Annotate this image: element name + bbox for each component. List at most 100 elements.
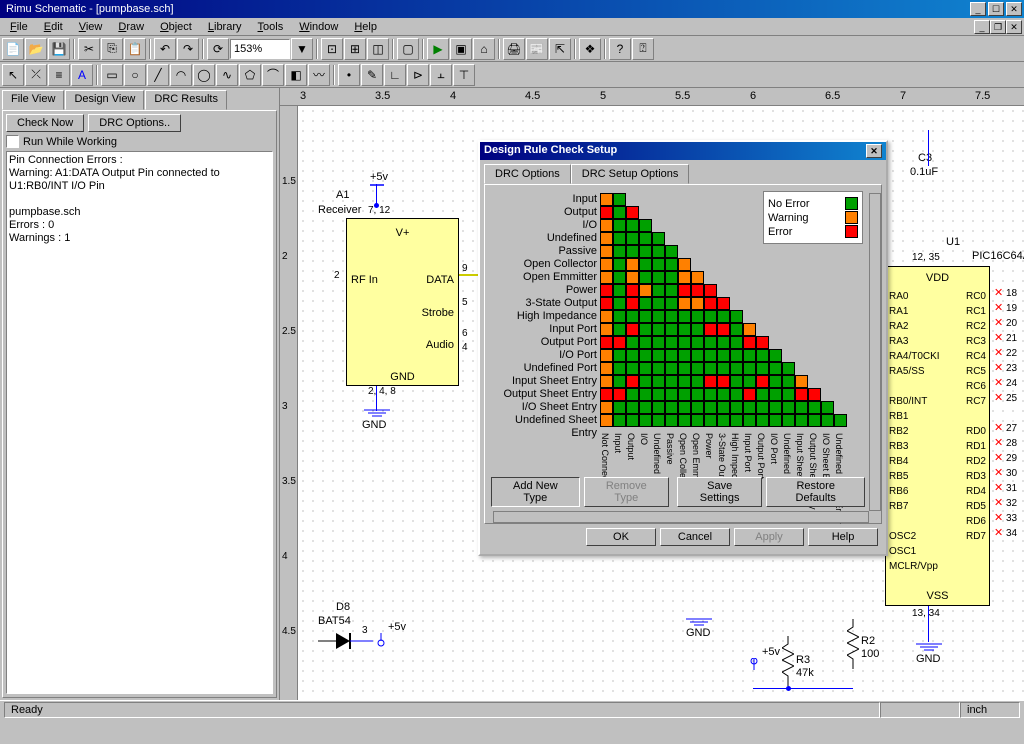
preview-icon[interactable]: 📰 [526,38,548,60]
refresh-icon[interactable]: ⟳ [207,38,229,60]
matrix-cell[interactable] [665,349,678,362]
matrix-cell[interactable] [613,258,626,271]
matrix-cell[interactable] [795,388,808,401]
matrix-cell[interactable] [678,414,691,427]
menu-window[interactable]: Window [291,19,346,35]
matrix-cell[interactable] [730,401,743,414]
busline-icon[interactable]: ≡ [48,64,70,86]
matrix-cell[interactable] [613,414,626,427]
matrix-cell[interactable] [691,362,704,375]
help-button[interactable]: Help [808,528,878,546]
maximize-button[interactable]: ☐ [988,2,1004,16]
matrix-cell[interactable] [613,219,626,232]
matrix-cell[interactable] [600,219,613,232]
matrix-cell[interactable] [652,232,665,245]
matrix-cell[interactable] [600,323,613,336]
matrix-cell[interactable] [600,336,613,349]
matrix-cell[interactable] [600,362,613,375]
drc-messages[interactable]: Pin Connection Errors : Warning: A1:DATA… [6,151,273,694]
matrix-cell[interactable] [600,284,613,297]
matrix-cell[interactable] [639,258,652,271]
matrix-scroll-v[interactable] [869,193,881,511]
bus-icon[interactable]: ⫠ [430,64,452,86]
doc-close-button[interactable]: ✕ [1006,20,1022,34]
matrix-cell[interactable] [613,232,626,245]
matrix-cell[interactable] [717,297,730,310]
matrix-cell[interactable] [678,349,691,362]
matrix-cell[interactable] [743,375,756,388]
matrix-cell[interactable] [678,297,691,310]
matrix-cell[interactable] [639,362,652,375]
compile-icon[interactable]: ▣ [450,38,472,60]
print-icon[interactable]: 🖨 [503,38,525,60]
chip-icon[interactable]: ⌂ [473,38,495,60]
matrix-cell[interactable] [665,375,678,388]
matrix-cell[interactable] [600,245,613,258]
menu-tools[interactable]: Tools [250,19,292,35]
matrix-cell[interactable] [834,414,847,427]
matrix-cell[interactable] [756,336,769,349]
matrix-cell[interactable] [678,258,691,271]
matrix-cell[interactable] [665,401,678,414]
matrix-cell[interactable] [730,310,743,323]
netlist-icon[interactable]: ❖ [579,38,601,60]
matrix-cell[interactable] [691,375,704,388]
matrix-cell[interactable] [600,349,613,362]
matrix-cell[interactable] [652,401,665,414]
zoom-actual-icon[interactable]: ◫ [367,38,389,60]
matrix-cell[interactable] [652,310,665,323]
power-icon[interactable]: ⊤ [453,64,475,86]
matrix-cell[interactable] [626,401,639,414]
add-new-type-button[interactable]: Add New Type [491,477,580,507]
matrix-cell[interactable] [639,297,652,310]
matrix-cell[interactable] [600,375,613,388]
matrix-cell[interactable] [717,349,730,362]
restore-defaults-button[interactable]: Restore Defaults [766,477,865,507]
new-schematic-icon[interactable]: ▢ [397,38,419,60]
matrix-cell[interactable] [795,414,808,427]
matrix-cell[interactable] [704,414,717,427]
matrix-cell[interactable] [626,362,639,375]
run-icon[interactable]: ▶ [427,38,449,60]
menu-view[interactable]: View [71,19,111,35]
matrix-cell[interactable] [717,414,730,427]
matrix-cell[interactable] [626,336,639,349]
drc-options-button[interactable]: DRC Options.. [88,114,181,132]
run-while-working-checkbox[interactable]: Run While Working [6,135,273,148]
matrix-cell[interactable] [639,375,652,388]
matrix-cell[interactable] [691,284,704,297]
matrix-cell[interactable] [704,388,717,401]
apply-button[interactable]: Apply [734,528,804,546]
tab-designview[interactable]: Design View [65,90,144,110]
matrix-cell[interactable] [691,388,704,401]
matrix-cell[interactable] [639,401,652,414]
poly-icon[interactable]: ⬠ [239,64,261,86]
matrix-cell[interactable] [639,414,652,427]
matrix-cell[interactable] [665,362,678,375]
arc-icon[interactable]: ◠ [170,64,192,86]
matrix-cell[interactable] [639,232,652,245]
u1-chip[interactable]: VDD VSS RA0RA1RA2RA3RA4/T0CKIRA5/SS RB0/… [885,266,990,606]
matrix-cell[interactable] [769,362,782,375]
fill-icon[interactable]: ◧ [285,64,307,86]
matrix-cell[interactable] [626,349,639,362]
export-icon[interactable]: ⇱ [549,38,571,60]
matrix-cell[interactable] [704,375,717,388]
matrix-cell[interactable] [639,219,652,232]
deselect-icon[interactable]: ⤫ [25,64,47,86]
matrix-cell[interactable] [717,310,730,323]
matrix-cell[interactable] [756,388,769,401]
matrix-cell[interactable] [743,414,756,427]
matrix-cell[interactable] [626,375,639,388]
tab-fileview[interactable]: File View [2,90,64,110]
matrix-cell[interactable] [639,271,652,284]
remove-type-button[interactable]: Remove Type [584,477,669,507]
matrix-cell[interactable] [795,401,808,414]
matrix-cell[interactable] [782,375,795,388]
zoom-dropdown-icon[interactable]: ▼ [291,38,313,60]
undo-icon[interactable]: ↶ [154,38,176,60]
menu-draw[interactable]: Draw [110,19,152,35]
matrix-cell[interactable] [730,388,743,401]
menu-library[interactable]: Library [200,19,250,35]
matrix-cell[interactable] [678,310,691,323]
